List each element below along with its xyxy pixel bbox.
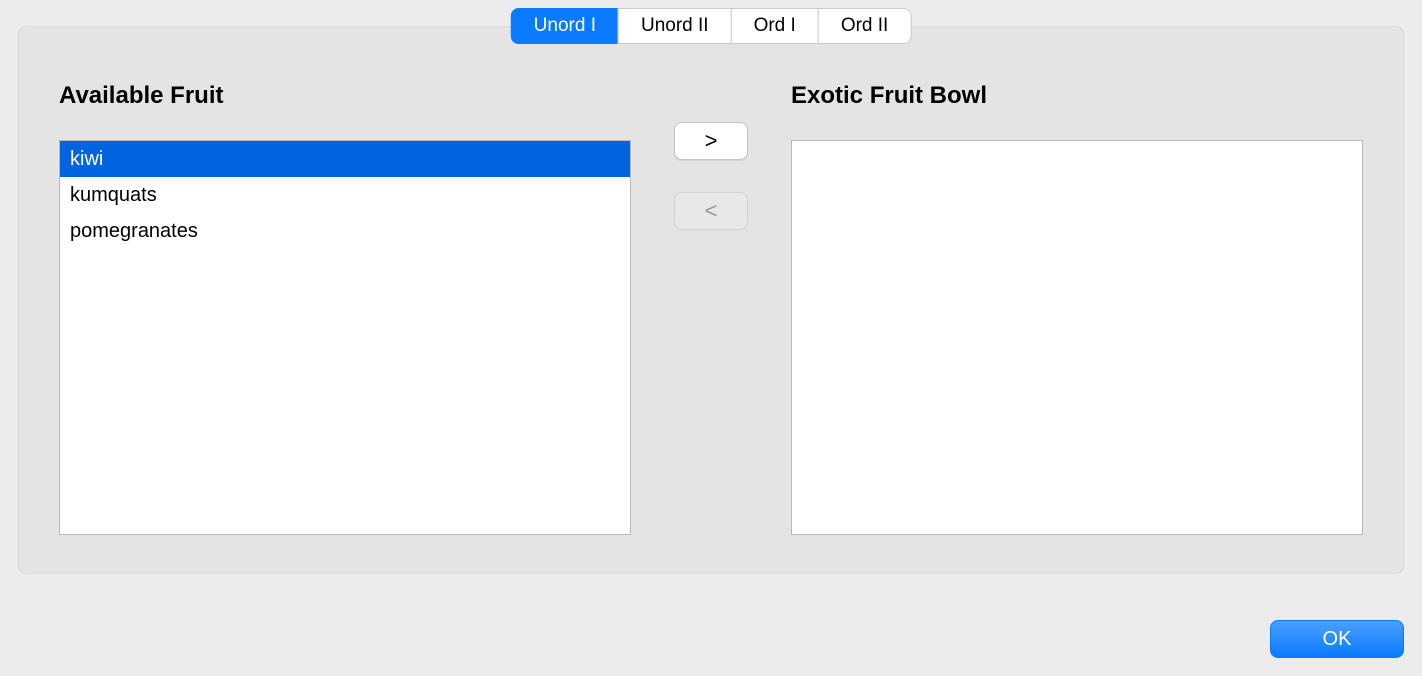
list-item[interactable]: kumquats [60,177,630,213]
available-listbox[interactable]: kiwi kumquats pomegranates [59,140,631,535]
list-item[interactable]: kiwi [60,141,630,177]
tab-unord-2[interactable]: Unord II [618,8,731,44]
list-item[interactable]: pomegranates [60,213,630,249]
remove-button: < [674,192,748,230]
tab-label: Unord II [641,15,709,37]
transfer-controls: > < [631,82,791,230]
available-column: Available Fruit kiwi kumquats pomegranat… [59,82,631,535]
selected-listbox[interactable] [791,140,1363,535]
list-item-label: kiwi [70,148,103,170]
add-button[interactable]: > [674,122,748,160]
ok-label: OK [1323,628,1352,651]
tab-unord-1[interactable]: Unord I [511,8,618,44]
list-item-label: pomegranates [70,220,198,242]
list-item-label: kumquats [70,184,157,206]
main-panel: Available Fruit kiwi kumquats pomegranat… [18,26,1404,574]
tab-label: Ord II [841,15,889,37]
ok-button[interactable]: OK [1270,620,1404,658]
tab-label: Unord I [534,15,596,37]
selected-title: Exotic Fruit Bowl [791,82,1363,110]
selected-column: Exotic Fruit Bowl [791,82,1363,535]
available-title: Available Fruit [59,82,631,110]
tab-ord-2[interactable]: Ord II [818,8,912,44]
tab-label: Ord I [754,15,796,37]
chevron-left-icon: < [705,200,718,222]
chevron-right-icon: > [705,130,718,152]
tab-bar: Unord I Unord II Ord I Ord II [511,8,912,44]
tab-ord-1[interactable]: Ord I [731,8,818,44]
